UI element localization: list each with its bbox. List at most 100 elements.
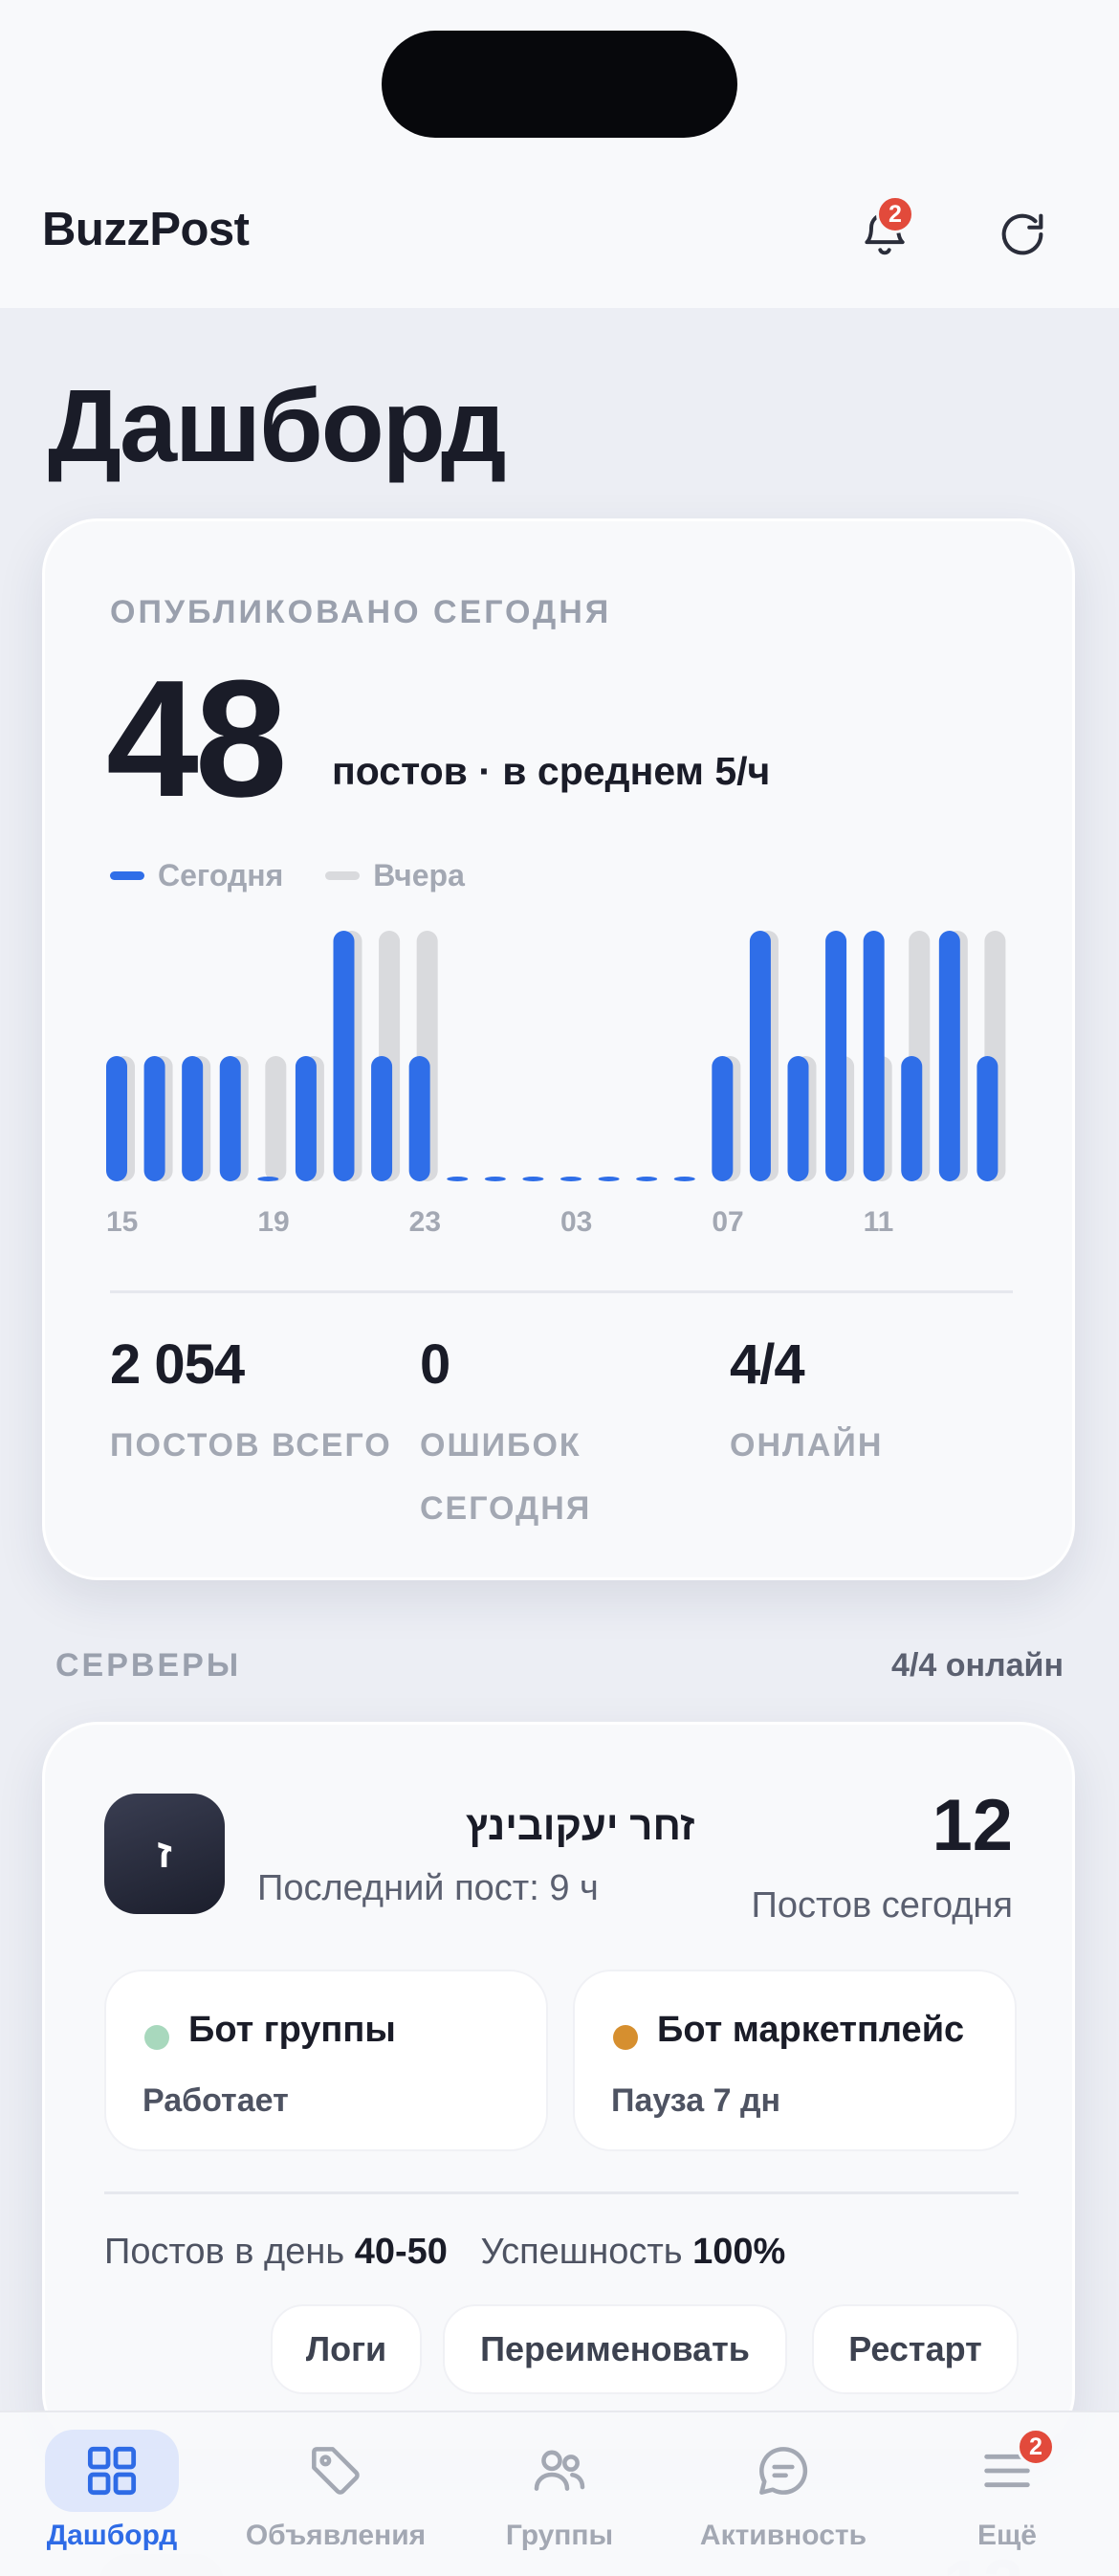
bar-today-zero xyxy=(257,1177,279,1181)
bar-today-zero xyxy=(560,1177,581,1181)
summary-card: ОПУБЛИКОВАНО СЕГОДНЯ 48 постов · в средн… xyxy=(42,518,1075,1580)
server-last-post: Последний пост: 9 ч xyxy=(257,1868,599,1908)
bot-marketplace-card[interactable]: Бот маркетплейс Пауза 7 дн xyxy=(573,1970,1017,2151)
subtitle-prefix: постов · в среднем xyxy=(332,749,715,793)
bot-status-dot xyxy=(613,2025,638,2050)
bot-title: Бот маркетплейс xyxy=(657,2010,965,2050)
server-avatar: ז xyxy=(104,1794,225,1914)
tab-label: Дашборд xyxy=(46,2520,178,2551)
bar-today-zero xyxy=(522,1177,544,1181)
bar-today xyxy=(712,1056,734,1181)
server-card[interactable]: ז זחר יעקובינץ Последний пост: 9 ч 12 По… xyxy=(42,1722,1075,2449)
bar-today-zero xyxy=(673,1177,695,1181)
bottom-tab-bar: Дашборд Объявления Группы Активность 2 Е… xyxy=(0,2411,1119,2576)
chart-legend: Сегодня Вчера xyxy=(110,858,465,893)
bar-today xyxy=(333,931,355,1181)
bar-today xyxy=(825,931,847,1181)
bar-today-zero xyxy=(484,1177,506,1181)
restart-button[interactable]: Рестарт xyxy=(812,2304,1019,2394)
refresh-icon xyxy=(1001,213,1043,255)
app-header: BuzzPost 2 xyxy=(0,172,1119,308)
bar-today xyxy=(901,1056,923,1181)
bar-today xyxy=(938,931,960,1181)
chat-icon xyxy=(759,2447,808,2495)
bot-status: Работает xyxy=(143,2082,289,2119)
server-posts-today-label: Постов сегодня xyxy=(751,1885,1014,1926)
bar-today xyxy=(295,1056,317,1181)
x-tick-label: 07 xyxy=(712,1206,743,1238)
stat-label: ОНЛАЙН xyxy=(730,1427,884,1464)
server-posts-today: 12 xyxy=(932,1785,1013,1866)
tab-dashboard[interactable]: Дашборд xyxy=(0,2412,224,2576)
logs-button[interactable]: Логи xyxy=(271,2304,422,2394)
bar-today xyxy=(408,1056,430,1181)
bar-today-zero xyxy=(598,1177,620,1181)
legend-swatch-yesterday xyxy=(325,871,361,880)
bar-today-zero xyxy=(636,1177,658,1181)
servers-section-title: СЕРВЕРЫ xyxy=(55,1647,242,1684)
legend-item-today: Сегодня xyxy=(110,858,283,893)
tab-icon-wrap xyxy=(269,2430,403,2512)
bar-today xyxy=(863,931,885,1181)
tab-label: Группы xyxy=(505,2520,614,2551)
bar-today xyxy=(143,1056,165,1181)
server-name: זחר יעקובינץ xyxy=(466,1803,695,1848)
stat-errors-today: 0 ОШИБОК СЕГОДНЯ xyxy=(420,1332,697,1540)
stat-total-posts: 2 054 ПОСТОВ ВСЕГО xyxy=(110,1332,392,1477)
posts-by-hour-chart: 15 19 23 03 07 11 xyxy=(106,931,1006,1238)
status-bar xyxy=(0,0,1119,172)
refresh-button[interactable] xyxy=(979,191,1065,277)
success-value: 100% xyxy=(692,2232,786,2272)
tab-groups[interactable]: Группы xyxy=(448,2412,671,2576)
tab-activity[interactable]: Активность xyxy=(671,2412,895,2576)
stat-value: 4/4 xyxy=(730,1333,805,1396)
bar-today xyxy=(371,1056,393,1181)
more-badge: 2 xyxy=(1017,2428,1055,2466)
bar-today xyxy=(787,1056,809,1181)
tab-listings[interactable]: Объявления xyxy=(224,2412,448,2576)
x-tick-label: 19 xyxy=(257,1206,289,1238)
rename-button[interactable]: Переименовать xyxy=(443,2304,787,2394)
server-divider xyxy=(104,2191,1019,2194)
bar-today xyxy=(976,1056,998,1181)
bar-today xyxy=(182,1056,204,1181)
success-label: Успешность xyxy=(480,2232,683,2272)
servers-online-status: 4/4 онлайн xyxy=(891,1647,1064,1684)
posts-today-subtitle: постов · в среднем 5/ч xyxy=(332,749,770,794)
tab-icon-wrap xyxy=(45,2430,179,2512)
page-title: Дашборд xyxy=(48,367,507,483)
legend-label-today: Сегодня xyxy=(158,858,284,892)
legend-label-yesterday: Вчера xyxy=(373,858,465,892)
tab-icon-wrap xyxy=(493,2430,626,2512)
stat-label: ПОСТОВ ВСЕГО xyxy=(110,1427,392,1464)
tab-label: Активность xyxy=(699,2520,867,2551)
summary-kicker: ОПУБЛИКОВАНО СЕГОДНЯ xyxy=(110,594,612,630)
legend-swatch-today xyxy=(110,871,144,880)
bar-today-zero xyxy=(447,1177,469,1181)
bot-status-dot xyxy=(144,2025,169,2050)
legend-item-yesterday: Вчера xyxy=(325,858,465,893)
x-tick-label: 03 xyxy=(560,1206,592,1238)
x-tick-label: 23 xyxy=(409,1206,441,1238)
tab-label: Объявления xyxy=(245,2520,427,2551)
notifications-badge: 2 xyxy=(876,195,914,233)
tab-more[interactable]: 2 Ещё xyxy=(895,2412,1119,2576)
x-tick-label: 15 xyxy=(106,1206,138,1238)
tab-label: Ещё xyxy=(976,2520,1037,2551)
posts-today-count: 48 xyxy=(106,645,288,831)
tab-icon-wrap xyxy=(716,2430,850,2512)
grid-icon xyxy=(87,2446,137,2496)
server-meta: Постов в день 40-50 Успешность 100% xyxy=(104,2232,808,2273)
users-icon xyxy=(534,2450,585,2491)
app-brand: BuzzPost xyxy=(42,204,250,255)
notifications-button[interactable]: 2 xyxy=(842,191,928,277)
subtitle-rate: 5/ч xyxy=(714,749,771,793)
stat-value: 0 xyxy=(420,1333,450,1396)
per-day-value: 40-50 xyxy=(354,2232,448,2272)
bar-today xyxy=(219,1056,241,1181)
bot-groups-card[interactable]: Бот группы Работает xyxy=(104,1970,548,2151)
device-notch xyxy=(382,31,737,138)
bot-title: Бот группы xyxy=(188,2010,396,2050)
bar-today xyxy=(106,1056,127,1181)
stat-label: ОШИБОК СЕГОДНЯ xyxy=(420,1427,592,1527)
